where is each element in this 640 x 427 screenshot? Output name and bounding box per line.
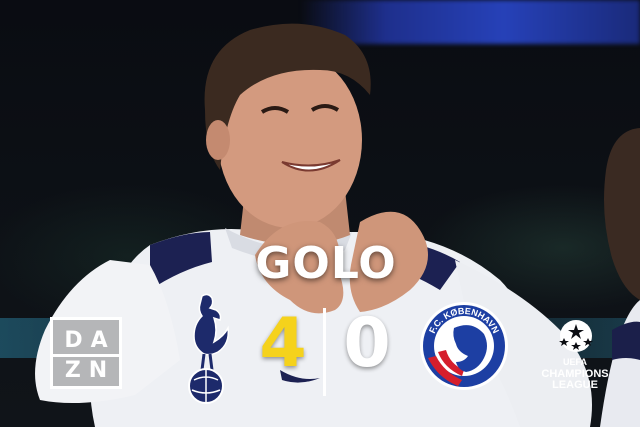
ucl-league-label: LEAGUE [552,379,598,391]
home-score: 4 [259,304,307,383]
tottenham-hotspur-crest-icon [188,293,230,404]
score-overlay: GOLO DA ZN 4 0 F.C. KØBENHAVN UEFA CHAMP… [0,0,640,427]
away-score: 0 [343,304,391,383]
score-divider [323,308,326,396]
dazn-logo-top: DA [64,328,116,353]
fc-kobenhavn-crest-icon: F.C. KØBENHAVN [420,302,508,390]
dazn-logo: DA ZN [50,317,122,389]
goal-graphic: GOLO DA ZN 4 0 F.C. KØBENHAVN UEFA CHAMP… [0,0,640,427]
dazn-logo-divider [53,354,119,357]
dazn-logo-bottom: ZN [64,358,116,383]
goal-headline: GOLO [255,238,397,289]
ucl-uefa-label: UEFA [562,357,587,367]
